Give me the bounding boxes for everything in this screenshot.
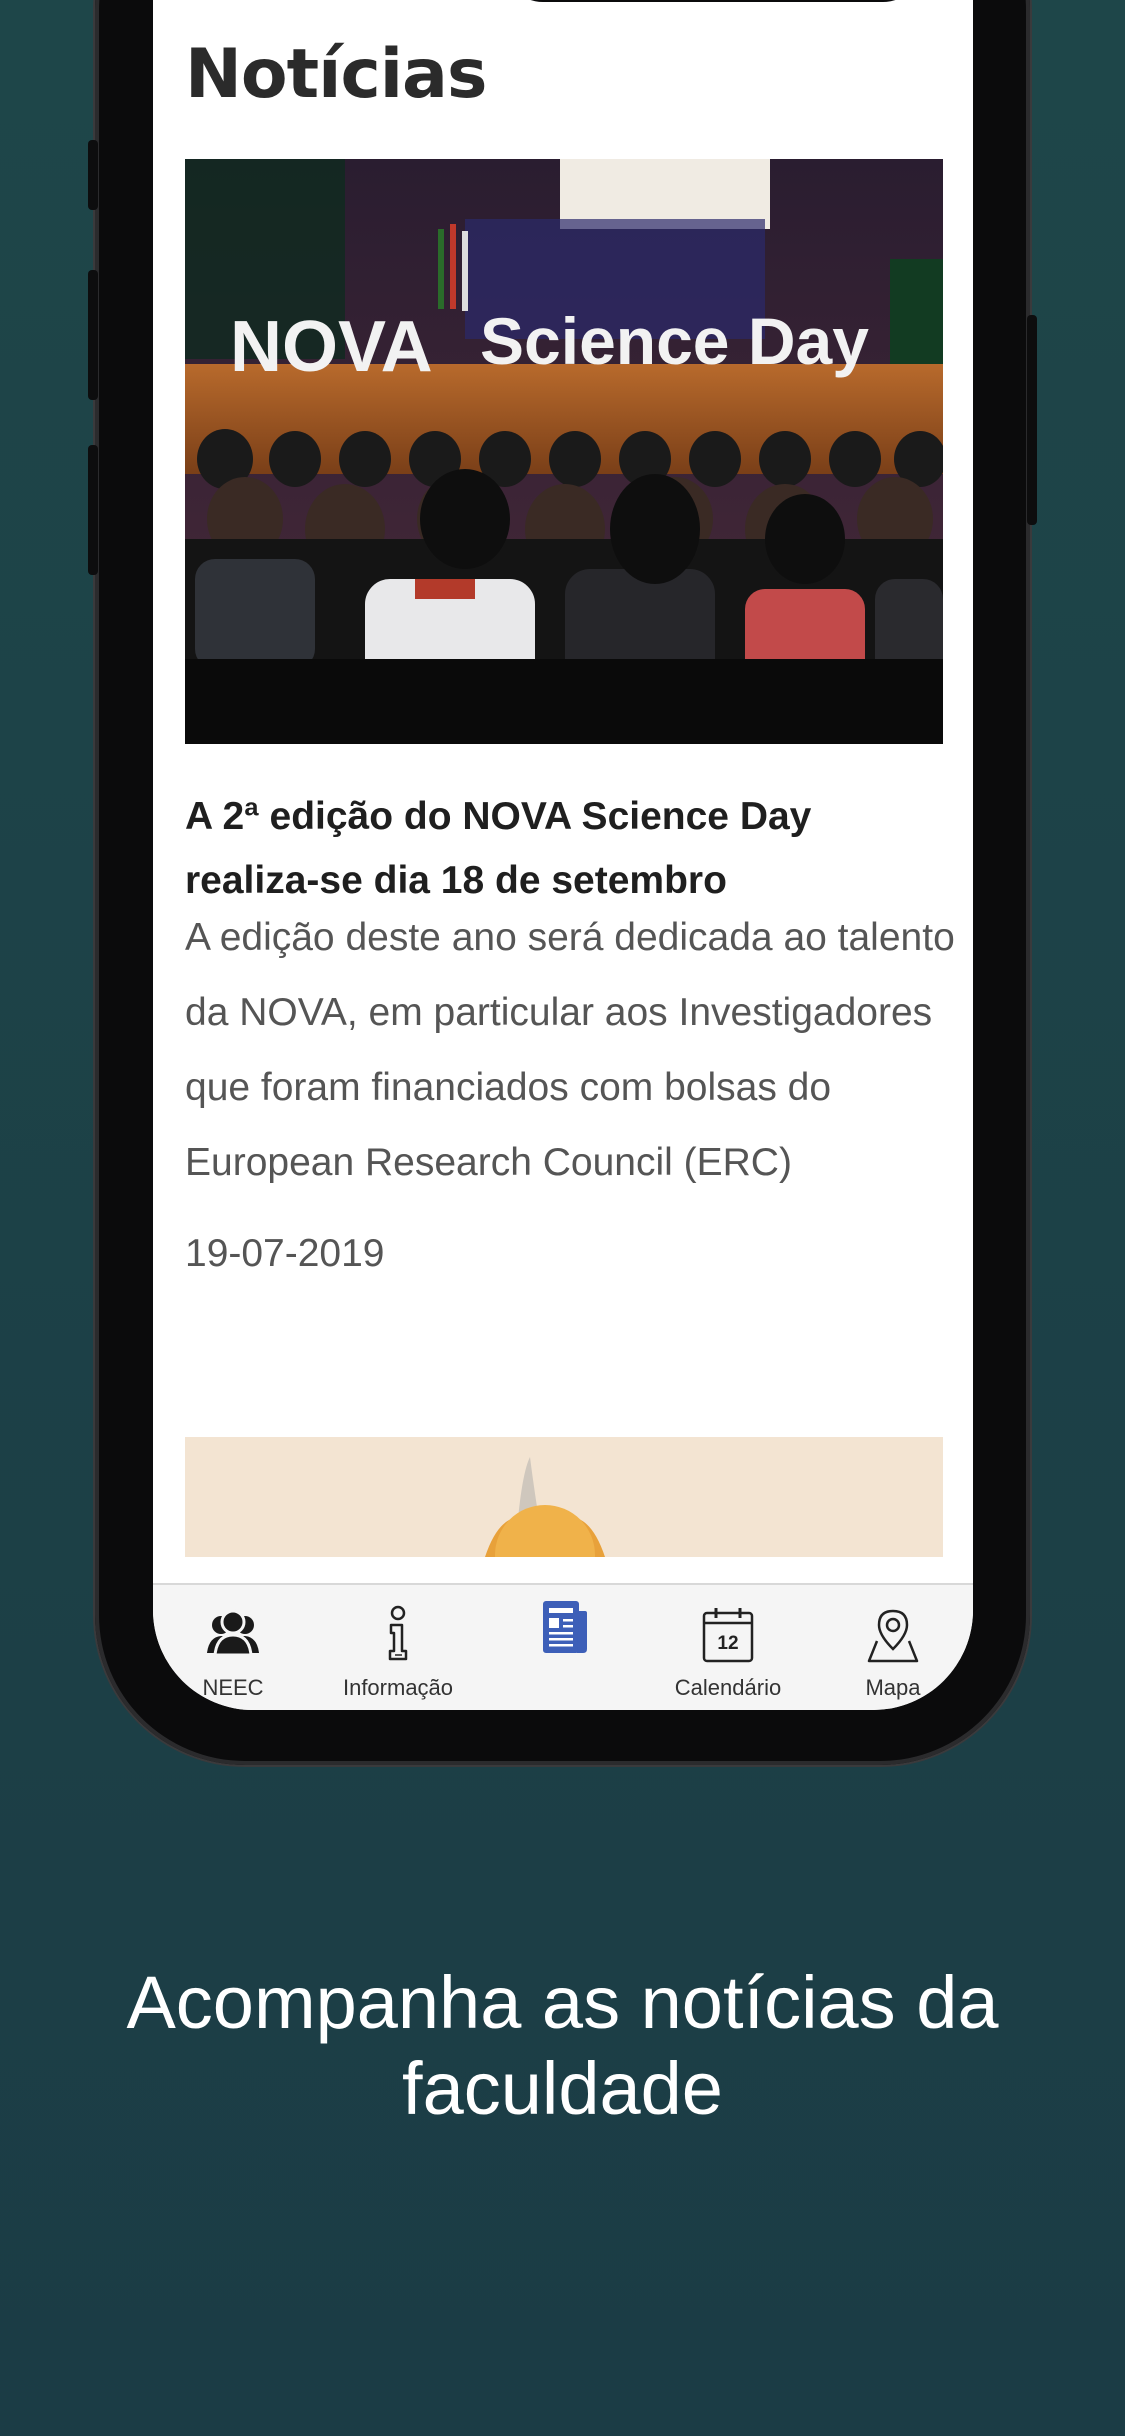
- tab-informacao-label: Informação: [342, 1675, 454, 1700]
- phone-side-button: [88, 270, 98, 400]
- news-photo-graphic: NOVA Science Day: [185, 159, 943, 744]
- people-icon: [207, 1609, 259, 1657]
- next-news-image[interactable]: [185, 1437, 943, 1557]
- tab-calendario[interactable]: 12 Calendário: [648, 1585, 808, 1710]
- tab-bar: NEEC Informação 12 Calendário Mapa: [153, 1583, 973, 1710]
- tab-neec[interactable]: NEEC: [153, 1585, 313, 1710]
- next-news-graphic: [485, 1457, 605, 1557]
- tab-informacao[interactable]: Informação: [318, 1585, 478, 1710]
- tab-mapa-label: Mapa: [865, 1675, 921, 1700]
- app-screen: Notícias NOVA Science Day A 2ª edição do…: [153, 0, 973, 1710]
- tab-noticias[interactable]: [483, 1585, 643, 1710]
- news-image[interactable]: NOVA Science Day: [185, 159, 943, 744]
- page-title: Notícias: [185, 35, 487, 114]
- phone-power-button: [1027, 315, 1037, 525]
- info-icon: [388, 1605, 408, 1661]
- tab-calendario-label: Calendário: [674, 1675, 782, 1700]
- stage-text-science-day: Science Day: [480, 304, 869, 378]
- phone-side-button: [88, 445, 98, 575]
- calendar-day-number: 12: [717, 1633, 738, 1654]
- news-summary: A edição deste ano será dedicada ao tale…: [185, 916, 955, 1184]
- calendar-icon: 12: [702, 1608, 754, 1663]
- promo-caption: Acompanha as notícias da faculdade: [126, 1961, 999, 2130]
- newspaper-icon: [543, 1601, 587, 1653]
- news-date: 19-07-2019: [185, 1232, 385, 1275]
- tab-mapa[interactable]: Mapa: [813, 1585, 973, 1710]
- stage-text-nova: NOVA: [230, 307, 433, 387]
- news-headline[interactable]: A 2ª edição do NOVA Science Day realiza-…: [185, 785, 945, 913]
- map-pin-icon: [867, 1609, 919, 1663]
- tab-neec-label: NEEC: [202, 1675, 264, 1700]
- phone-side-button: [88, 140, 98, 210]
- phone-notch: [503, 0, 923, 2]
